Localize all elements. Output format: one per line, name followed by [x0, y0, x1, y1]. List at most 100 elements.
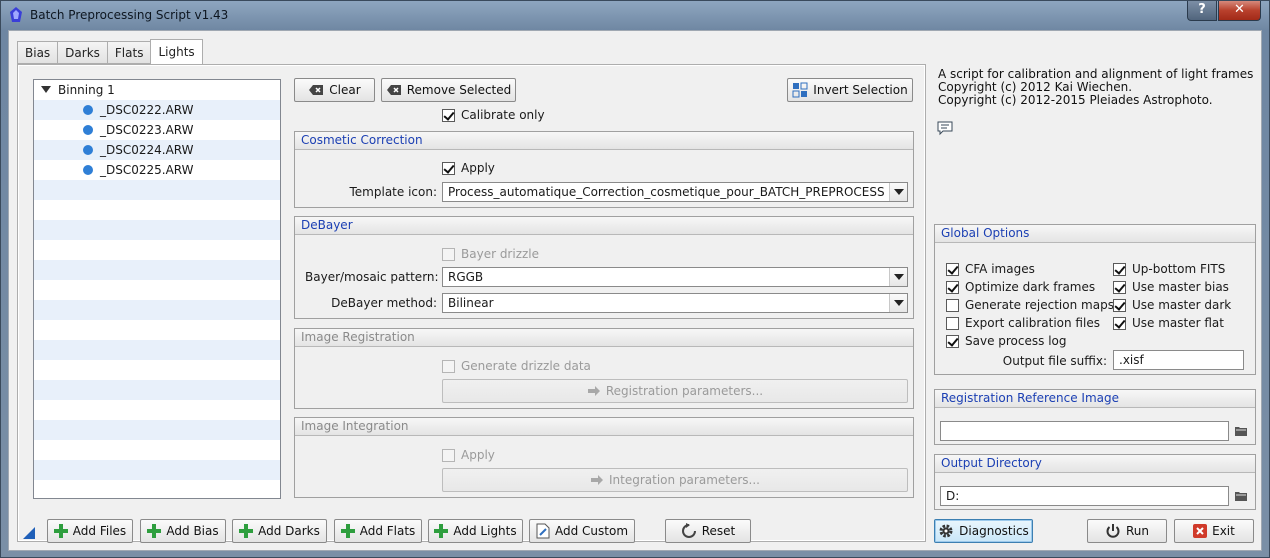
plus-icon	[434, 524, 449, 538]
bayer-drizzle-checkbox[interactable]: Bayer drizzle	[442, 247, 539, 261]
bayer-pattern-select[interactable]: RGGB	[442, 267, 908, 287]
reset-button[interactable]: Reset	[665, 519, 751, 543]
tab-darks[interactable]: Darks	[57, 41, 107, 64]
cfa-images-label: CFA images	[965, 262, 1035, 276]
file-name: _DSC0225.ARW	[100, 163, 194, 177]
use-master-bias-checkbox[interactable]: Use master bias	[1113, 280, 1229, 294]
reset-label: Reset	[701, 524, 736, 538]
checkbox-box[interactable]	[946, 334, 959, 348]
plus-icon	[340, 524, 355, 538]
help-button[interactable]: ?	[1187, 1, 1217, 21]
file-status-icon	[83, 165, 93, 175]
close-button[interactable]: ✕	[1218, 1, 1261, 21]
checkbox-box[interactable]	[946, 316, 959, 330]
new-instance-icon[interactable]	[23, 527, 35, 539]
backspace-icon	[386, 85, 401, 95]
tab-flats[interactable]: Flats	[106, 41, 151, 64]
image-integration-group: Image Integration Apply Integration para…	[294, 417, 914, 498]
checkbox-box[interactable]	[946, 298, 959, 312]
cosmetic-apply-checkbox[interactable]: Apply	[442, 161, 495, 175]
checkbox-box[interactable]	[442, 359, 455, 373]
bayer-pattern-label: Bayer/mosaic pattern:	[305, 270, 439, 284]
debayer-method-select[interactable]: Bilinear	[442, 293, 908, 313]
add-custom-label: Add Custom	[554, 524, 629, 538]
expand-arrow-icon[interactable]	[41, 86, 51, 93]
checkbox-box[interactable]	[1113, 316, 1126, 330]
save-process-log-checkbox[interactable]: Save process log	[946, 334, 1067, 348]
export-calibration-checkbox[interactable]: Export calibration files	[946, 316, 1100, 330]
add-lights-button[interactable]: Add Lights	[428, 519, 523, 543]
arrow-right-icon	[587, 386, 600, 396]
diagnostics-label: Diagnostics	[959, 524, 1029, 538]
global-options-group: Global Options CFA images Optimize dark …	[934, 224, 1256, 375]
invert-selection-button[interactable]: Invert Selection	[787, 78, 913, 102]
tab-lights[interactable]: Lights	[150, 39, 203, 64]
checkbox-box[interactable]	[1113, 298, 1126, 312]
folder-icon[interactable]	[1235, 491, 1247, 501]
debayer-title: DeBayer	[295, 217, 913, 235]
cfa-images-checkbox[interactable]: CFA images	[946, 262, 1035, 276]
file-name: _DSC0222.ARW	[100, 103, 194, 117]
checkbox-box[interactable]	[946, 280, 959, 294]
exit-button[interactable]: Exit	[1174, 519, 1254, 543]
cosmetic-correction-group: Cosmetic Correction Apply Template icon:…	[294, 131, 914, 208]
output-directory-title: Output Directory	[935, 455, 1255, 473]
optimize-dark-label: Optimize dark frames	[965, 280, 1096, 294]
up-bottom-fits-checkbox[interactable]: Up-bottom FITS	[1113, 262, 1225, 276]
app-window: Batch Preprocessing Script v1.43 ? ✕ Bia…	[0, 0, 1270, 558]
add-bias-label: Add Bias	[166, 524, 219, 538]
custom-file-icon	[536, 523, 550, 539]
export-calibration-label: Export calibration files	[965, 316, 1100, 330]
output-directory-input[interactable]: D:	[940, 486, 1229, 506]
optimize-dark-checkbox[interactable]: Optimize dark frames	[946, 280, 1095, 294]
checkbox-box[interactable]	[946, 262, 959, 276]
integration-parameters-label: Integration parameters...	[609, 473, 760, 487]
rejection-maps-checkbox[interactable]: Generate rejection maps	[946, 298, 1114, 312]
run-button[interactable]: Run	[1087, 519, 1167, 543]
tab-bias[interactable]: Bias	[17, 41, 58, 64]
output-directory-group: Output Directory D:	[934, 454, 1256, 510]
output-suffix-input[interactable]: .xisf	[1113, 350, 1244, 370]
checkbox-box[interactable]	[442, 448, 455, 462]
script-info-text: A script for calibration and alignment o…	[938, 67, 1254, 107]
add-bias-button[interactable]: Add Bias	[140, 519, 226, 543]
checkbox-box[interactable]	[442, 108, 455, 122]
checkbox-box[interactable]	[1113, 262, 1126, 276]
integration-apply-checkbox[interactable]: Apply	[442, 448, 495, 462]
add-files-button[interactable]: Add Files	[47, 519, 133, 543]
clear-label: Clear	[329, 83, 361, 97]
debayer-method-value: Bilinear	[448, 296, 494, 310]
registration-reference-input[interactable]	[940, 421, 1229, 441]
comment-icon[interactable]	[937, 121, 953, 136]
calibrate-only-checkbox[interactable]: Calibrate only	[442, 108, 545, 122]
remove-selected-button[interactable]: Remove Selected	[381, 78, 516, 102]
add-darks-button[interactable]: Add Darks	[232, 519, 327, 543]
template-icon-label: Template icon:	[349, 185, 438, 199]
run-label: Run	[1125, 524, 1149, 538]
checkbox-box[interactable]	[442, 161, 455, 175]
chevron-down-icon[interactable]	[889, 183, 907, 201]
use-master-dark-label: Use master dark	[1132, 298, 1232, 312]
add-custom-button[interactable]: Add Custom	[529, 519, 635, 543]
chevron-down-icon[interactable]	[889, 294, 907, 312]
checkbox-box[interactable]	[1113, 280, 1126, 294]
template-icon-select[interactable]: Process_automatique_Correction_cosmetiqu…	[442, 182, 908, 202]
folder-icon[interactable]	[1235, 426, 1247, 436]
plus-icon	[53, 524, 68, 538]
chevron-down-icon[interactable]	[889, 268, 907, 286]
clear-button[interactable]: Clear	[294, 78, 375, 102]
global-options-title: Global Options	[935, 225, 1255, 243]
checkbox-box[interactable]	[442, 247, 455, 261]
add-files-label: Add Files	[72, 524, 127, 538]
registration-parameters-button[interactable]: Registration parameters...	[442, 379, 908, 403]
use-master-dark-checkbox[interactable]: Use master dark	[1113, 298, 1231, 312]
add-lights-label: Add Lights	[453, 524, 517, 538]
title-bar[interactable]: Batch Preprocessing Script v1.43 ? ✕	[1, 1, 1269, 29]
plus-icon	[239, 524, 254, 538]
file-tree[interactable]: Binning 1 _DSC0222.ARW _DSC0223.ARW _DSC…	[33, 79, 281, 499]
add-flats-button[interactable]: Add Flats	[334, 519, 422, 543]
diagnostics-button[interactable]: Diagnostics	[934, 519, 1033, 543]
use-master-flat-checkbox[interactable]: Use master flat	[1113, 316, 1224, 330]
generate-drizzle-checkbox[interactable]: Generate drizzle data	[442, 359, 591, 373]
integration-parameters-button[interactable]: Integration parameters...	[442, 468, 908, 492]
